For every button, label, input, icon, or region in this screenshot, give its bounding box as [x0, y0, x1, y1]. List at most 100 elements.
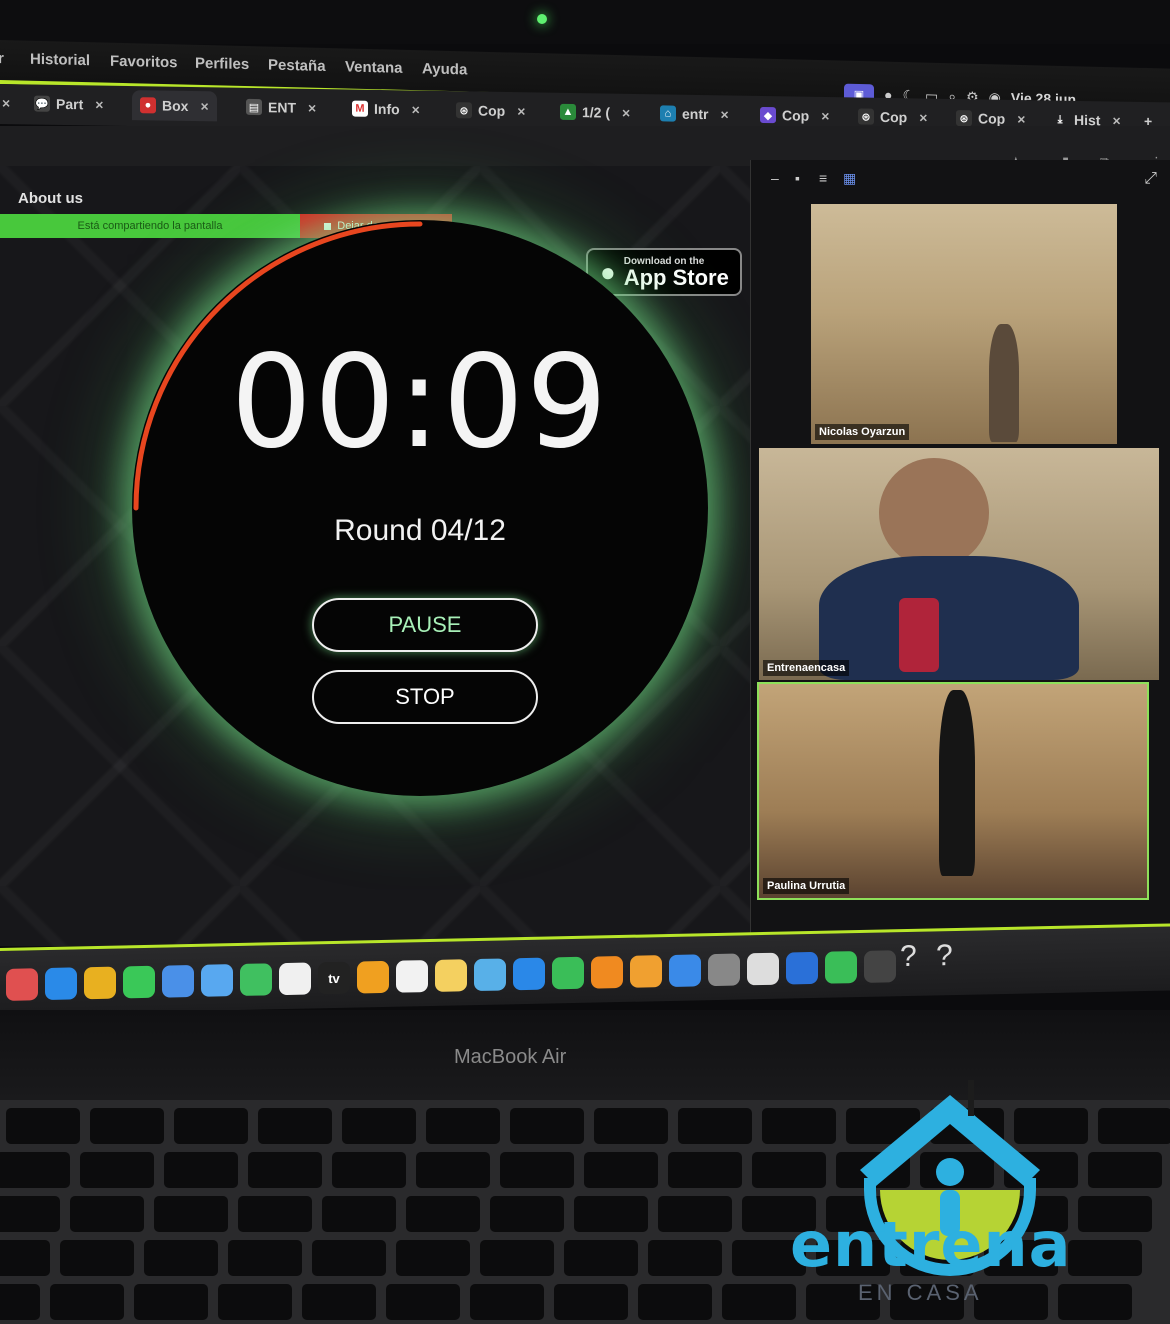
dock-app-icon[interactable] — [591, 955, 623, 989]
dock-app-icon[interactable] — [240, 963, 272, 996]
menu-item-partial[interactable]: r — [0, 50, 4, 67]
laptop-model-label: MacBook Air — [454, 1046, 567, 1068]
dock-app-icon[interactable] — [6, 968, 38, 1001]
keyboard-key — [1068, 1240, 1142, 1276]
close-icon[interactable]: × — [720, 106, 728, 122]
dock-app-icon[interactable] — [708, 953, 740, 987]
video-tile[interactable]: Paulina Urrutia — [757, 682, 1149, 900]
openai-icon: ⊛ — [456, 102, 472, 119]
tab-label: entr — [682, 105, 709, 123]
tab-3[interactable]: M Info × — [352, 94, 420, 125]
nav-about-link[interactable]: About us — [18, 190, 83, 207]
phone-icon — [899, 598, 939, 672]
dock-app-icon[interactable]: tv — [318, 961, 350, 995]
box-icon: ● — [140, 97, 156, 114]
dock-app-icon[interactable] — [864, 950, 896, 983]
keyboard-key — [386, 1284, 460, 1320]
dock-app-icon[interactable] — [396, 960, 428, 993]
minimize-icon[interactable]: – — [771, 170, 785, 186]
dock-app-icon[interactable] — [552, 956, 584, 990]
menu-item-pestana[interactable]: Pestaña — [268, 57, 326, 75]
video-tile[interactable]: Entrenaencasa — [759, 448, 1159, 680]
expand-icon[interactable]: ⤢ — [1144, 170, 1157, 188]
close-icon[interactable]: × — [1017, 111, 1025, 127]
tab-label: Info — [374, 100, 400, 118]
dock-app-icon[interactable] — [123, 965, 155, 999]
close-icon[interactable]: × — [308, 100, 316, 116]
close-icon[interactable]: × — [919, 109, 927, 125]
dock-app-icon[interactable] — [84, 966, 116, 1000]
keyboard-key — [228, 1240, 302, 1276]
menu-item-perfiles[interactable]: Perfiles — [195, 55, 249, 73]
layout-single-icon[interactable]: ▪ — [795, 170, 809, 186]
gmail-icon: M — [352, 100, 368, 117]
keyboard-key — [50, 1284, 124, 1320]
tab-label: Part — [56, 95, 84, 113]
tab-6[interactable]: ⌂ entr × — [660, 98, 729, 129]
brand-subtitle: EN CASA — [858, 1280, 983, 1305]
dock-app-icon[interactable] — [474, 958, 506, 992]
dock-app-icon[interactable] — [201, 964, 233, 997]
video-call-panel: – ▪ ≡ ▦ ⤢ Nicolas Oyarzun Entrenaencasa … — [750, 160, 1170, 942]
close-icon[interactable]: × — [200, 98, 208, 114]
keyboard-key — [134, 1284, 208, 1320]
dock-app-icon[interactable] — [357, 960, 389, 994]
close-icon[interactable]: × — [2, 95, 10, 111]
video-tile[interactable]: Nicolas Oyarzun — [811, 204, 1117, 444]
keyboard-key — [416, 1152, 490, 1188]
tab-1[interactable]: ● Box × — [132, 90, 217, 122]
close-icon[interactable]: × — [95, 96, 103, 112]
dock-app-icon[interactable] — [786, 951, 818, 985]
doc-icon: ▤ — [246, 98, 262, 116]
keyboard-key — [218, 1284, 292, 1320]
keyboard-key — [406, 1196, 480, 1232]
dock-unknown-app[interactable]: ? — [900, 940, 917, 974]
dock-app-icon[interactable] — [279, 962, 311, 996]
keyboard-key — [332, 1152, 406, 1188]
camera-indicator — [537, 14, 547, 24]
dock-app-icon[interactable] — [669, 954, 701, 987]
keyboard-key — [658, 1196, 732, 1232]
tab-4[interactable]: ⊛ Cop × — [456, 95, 525, 126]
keyboard-key — [396, 1240, 470, 1276]
menu-item-ventana[interactable]: Ventana — [345, 58, 403, 76]
dock-app-icon[interactable] — [630, 955, 662, 988]
layout-stack-icon[interactable]: ≡ — [819, 170, 833, 186]
dock-app-icon[interactable] — [435, 959, 467, 992]
menu-item-favoritos[interactable]: Favoritos — [110, 53, 178, 72]
tab-2[interactable]: ▤ ENT × — [246, 92, 316, 123]
dock-app-icon[interactable] — [45, 967, 77, 1001]
keyboard-key — [248, 1152, 322, 1188]
tab-close-partial[interactable]: × — [0, 88, 10, 118]
menu-item-historial[interactable]: Historial — [30, 51, 90, 69]
keyboard-key — [564, 1240, 638, 1276]
keyboard-key — [258, 1108, 332, 1144]
menu-item-ayuda[interactable]: Ayuda — [422, 60, 467, 78]
keyboard-key — [1078, 1196, 1152, 1232]
close-icon[interactable]: × — [412, 101, 420, 117]
keyboard-key — [510, 1108, 584, 1144]
keyboard-key — [584, 1152, 658, 1188]
tab-5[interactable]: ▲ 1/2 ( × — [560, 97, 630, 128]
tab-label: Cop — [478, 102, 506, 119]
close-icon[interactable]: × — [821, 108, 829, 124]
keyboard-key — [752, 1152, 826, 1188]
dock-app-icon[interactable] — [747, 952, 779, 986]
dock-unknown-app[interactable]: ? — [936, 939, 953, 973]
keyboard-key — [1088, 1152, 1162, 1188]
keyboard-key — [80, 1152, 154, 1188]
keyboard-key — [554, 1284, 628, 1320]
dock-app-icon[interactable] — [513, 957, 545, 991]
tab-label: Cop — [880, 108, 908, 126]
tab-label: 1/2 ( — [582, 104, 611, 121]
stop-button[interactable]: STOP — [312, 670, 538, 724]
tab-label: Cop — [782, 107, 810, 124]
keyboard-key — [60, 1240, 134, 1276]
dock-app-icon[interactable] — [162, 964, 194, 998]
dock-app-icon[interactable] — [825, 951, 857, 984]
layout-grid-icon[interactable]: ▦ — [843, 170, 857, 186]
close-icon[interactable]: × — [517, 103, 525, 119]
close-icon[interactable]: × — [622, 105, 630, 121]
tab-0[interactable]: 💬 Part × — [34, 89, 103, 120]
pause-button[interactable]: PAUSE — [312, 598, 538, 652]
